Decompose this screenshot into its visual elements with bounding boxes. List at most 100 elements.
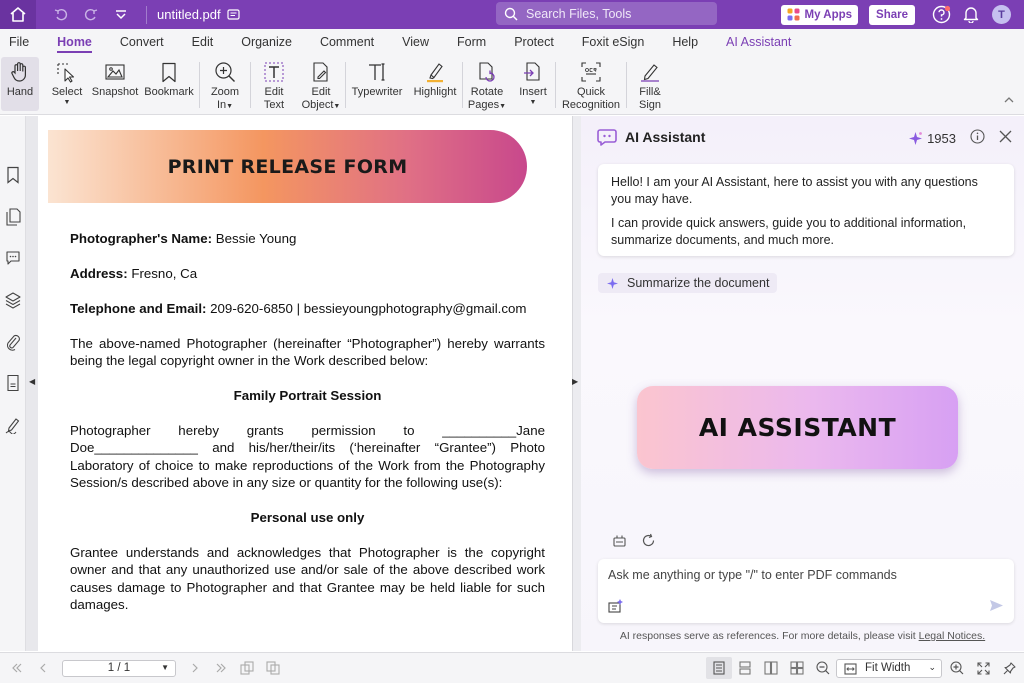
full-screen-button[interactable] xyxy=(970,653,996,683)
quick-recognition-tool[interactable]: Quick Recognition xyxy=(556,55,626,111)
filename-area[interactable]: untitled.pdf xyxy=(157,7,240,22)
pin-toolbar-button[interactable] xyxy=(996,653,1022,683)
bookmark-tool[interactable]: Bookmark xyxy=(142,55,196,111)
ai-disclaimer-text: AI responses serve as references. For mo… xyxy=(619,630,919,642)
menu-organize[interactable]: Organize xyxy=(241,29,292,55)
zoom-mode-value: Fit Width xyxy=(865,662,911,674)
fill-sign-tool[interactable]: Fill& Sign xyxy=(627,55,673,111)
previous-page-button[interactable] xyxy=(30,653,56,683)
search-placeholder: Search Files, Tools xyxy=(526,6,632,21)
menu-foxit-esign[interactable]: Foxit eSign xyxy=(582,29,645,55)
chevron-down-icon xyxy=(116,9,126,19)
form-title: PRINT RELEASE FORM xyxy=(167,155,408,178)
bookmark-label: Bookmark xyxy=(144,86,194,98)
edit-text-icon xyxy=(263,61,285,83)
photographer-name-line: Photographer's Name: Bessie Young xyxy=(70,230,545,247)
collapse-left-panel-button[interactable]: ◀ xyxy=(29,377,35,386)
undo-button[interactable] xyxy=(46,0,76,29)
previous-view-button[interactable] xyxy=(234,653,260,683)
collapse-right-panel-button[interactable]: ▶ xyxy=(572,377,578,386)
next-page-button[interactable] xyxy=(182,653,208,683)
attachments-panel-button[interactable] xyxy=(5,333,21,351)
continuous-view-button[interactable] xyxy=(732,653,758,683)
redo-button[interactable] xyxy=(76,0,106,29)
menu-home[interactable]: Home xyxy=(57,29,92,55)
pdf-page[interactable]: PRINT RELEASE FORM Photographer's Name: … xyxy=(38,116,572,651)
edit-object-tool[interactable]: Edit Object▼ xyxy=(297,55,345,111)
signatures-panel-button[interactable] xyxy=(5,416,21,435)
typewriter-label: Typewriter xyxy=(351,86,403,98)
select-tool[interactable]: Select ▼ xyxy=(40,55,94,111)
rotate-pages-label-2: Pages xyxy=(467,99,500,111)
grid-pages-icon xyxy=(790,661,804,675)
ai-greeting-message: Hello! I am your AI Assistant, here to a… xyxy=(598,164,1014,256)
menu-edit[interactable]: Edit xyxy=(192,29,214,55)
summarize-document-suggestion[interactable]: Summarize the document xyxy=(598,273,778,293)
notifications-button[interactable] xyxy=(956,0,986,29)
zoom-out-button[interactable] xyxy=(810,653,836,683)
home-button[interactable] xyxy=(0,0,36,29)
comments-panel-button[interactable] xyxy=(5,249,21,267)
refresh-chat-button[interactable] xyxy=(641,533,656,551)
snapshot-tool[interactable]: Snapshot xyxy=(92,55,138,111)
continuous-facing-view-button[interactable] xyxy=(784,653,810,683)
quick-access-dropdown[interactable] xyxy=(106,0,136,29)
help-button[interactable] xyxy=(926,0,956,29)
menu-ai-assistant[interactable]: AI Assistant xyxy=(726,29,791,55)
highlight-tool[interactable]: Highlight xyxy=(408,55,462,111)
first-page-button[interactable] xyxy=(4,653,30,683)
menu-convert[interactable]: Convert xyxy=(120,29,164,55)
menu-help[interactable]: Help xyxy=(672,29,698,55)
ai-attach-button[interactable] xyxy=(607,598,624,617)
single-page-view-button[interactable] xyxy=(706,657,732,679)
edit-object-icon xyxy=(310,61,332,83)
document-properties-button[interactable] xyxy=(5,374,21,392)
typewriter-tool[interactable]: Typewriter xyxy=(346,55,408,111)
bookmarks-panel-button[interactable] xyxy=(5,166,21,184)
zoom-in-tool[interactable]: Zoom In▼ xyxy=(200,55,250,111)
zoom-mode-select[interactable]: Fit Width ⌄ xyxy=(836,658,942,678)
menu-comment[interactable]: Comment xyxy=(320,29,374,55)
paperclip-icon xyxy=(6,334,20,351)
address-label: Address: xyxy=(70,266,128,281)
hand-tool[interactable]: Hand xyxy=(1,57,39,111)
snapshot-icon xyxy=(104,61,126,83)
share-button[interactable]: Share xyxy=(869,4,915,25)
legal-notices-link[interactable]: Legal Notices. xyxy=(919,630,986,642)
pages-panel-button[interactable] xyxy=(5,208,21,226)
menu-form[interactable]: Form xyxy=(457,29,486,55)
chevron-right-icon xyxy=(192,663,198,673)
ai-chat-input[interactable]: Ask me anything or type "/" to enter PDF… xyxy=(598,559,1014,623)
layers-panel-button[interactable] xyxy=(5,291,21,309)
ai-info-button[interactable] xyxy=(970,129,985,147)
ai-chat-input-placeholder: Ask me anything or type "/" to enter PDF… xyxy=(608,568,897,582)
page-number-input[interactable]: 1 / 1 ▼ xyxy=(62,659,176,677)
collapse-ribbon-button[interactable] xyxy=(1004,95,1014,106)
contact-line: Telephone and Email: 209-620-6850 | bess… xyxy=(70,300,545,317)
rotate-pages-label-1: Rotate xyxy=(470,86,504,98)
sparkle-icon xyxy=(607,277,618,289)
photographer-value: Bessie Young xyxy=(212,231,297,246)
hand-label: Hand xyxy=(6,86,34,98)
hand-icon xyxy=(9,61,31,83)
next-view-button[interactable] xyxy=(260,653,286,683)
avatar[interactable]: T xyxy=(992,5,1011,24)
facing-view-button[interactable] xyxy=(758,653,784,683)
clear-chat-button[interactable] xyxy=(612,533,627,551)
apps-grid-icon xyxy=(787,8,800,21)
menu-view[interactable]: View xyxy=(402,29,429,55)
rotate-pages-tool[interactable]: Rotate Pages▼ xyxy=(463,55,511,111)
zoom-in-icon xyxy=(214,61,236,83)
menu-file[interactable]: File xyxy=(9,29,29,55)
insert-tool[interactable]: Insert ▼ xyxy=(511,55,555,111)
share-label: Share xyxy=(876,8,908,21)
edit-text-tool[interactable]: Edit Text xyxy=(251,55,297,111)
facing-pages-icon xyxy=(764,661,778,675)
zoom-in-button[interactable] xyxy=(944,653,970,683)
last-page-button[interactable] xyxy=(208,653,234,683)
ai-send-button[interactable] xyxy=(989,599,1004,615)
ai-close-button[interactable] xyxy=(999,130,1012,146)
my-apps-button[interactable]: My Apps xyxy=(780,4,859,25)
search-box[interactable]: Search Files, Tools xyxy=(496,2,717,25)
menu-protect[interactable]: Protect xyxy=(514,29,554,55)
